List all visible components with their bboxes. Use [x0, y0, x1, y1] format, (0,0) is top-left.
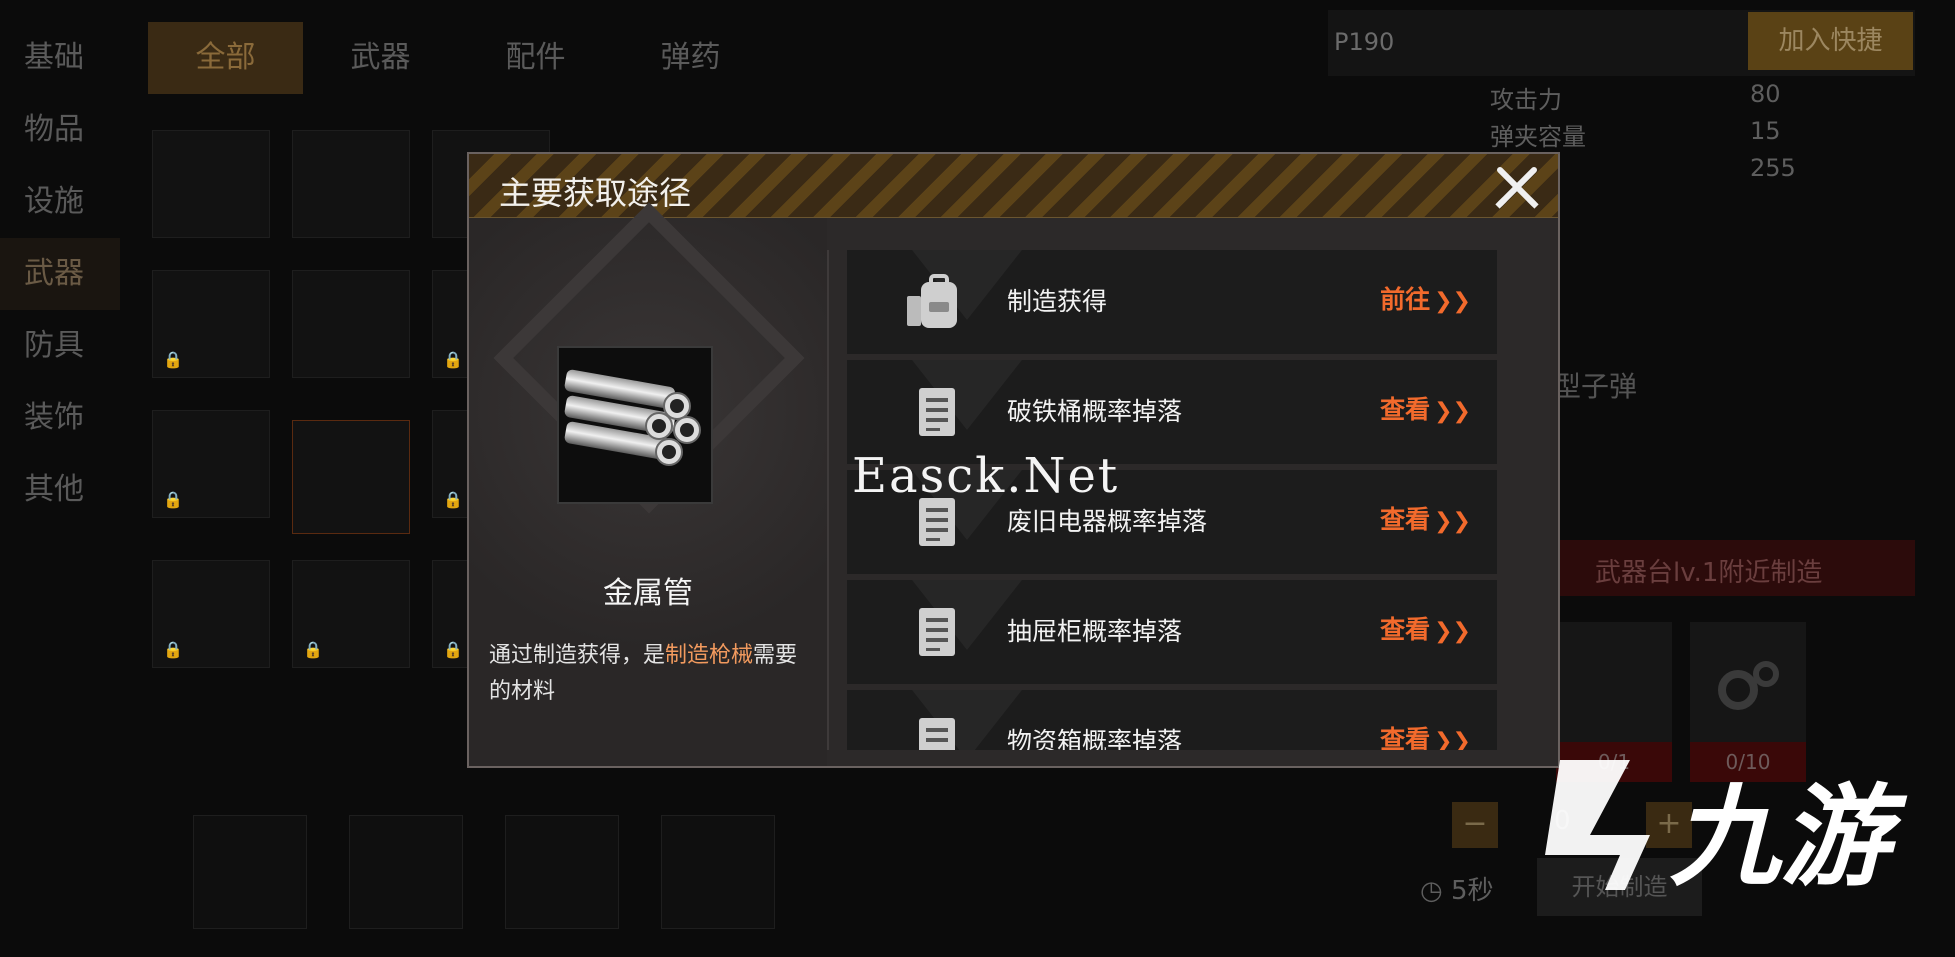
- double-chevron-right-icon: ❯❯: [1434, 619, 1471, 644]
- double-chevron-right-icon: ❯❯: [1434, 729, 1471, 750]
- action-label: 前往: [1380, 285, 1431, 314]
- action-label: 查看: [1380, 725, 1431, 750]
- panel-divider: [827, 250, 829, 750]
- tab-weapons[interactable]: 武器: [303, 22, 458, 94]
- grid-cell[interactable]: 🔒: [152, 410, 270, 518]
- document-icon: [919, 608, 955, 656]
- source-row-supply-box[interactable]: 物资箱概率掉落 查看 ❯❯: [847, 690, 1497, 750]
- tab-attachments[interactable]: 配件: [458, 22, 613, 94]
- quick-slot[interactable]: [349, 815, 463, 929]
- source-label: 制造获得: [1007, 287, 1108, 316]
- view-button[interactable]: 查看 ❯❯: [1380, 610, 1471, 646]
- quick-slot[interactable]: [193, 815, 307, 929]
- quick-slot[interactable]: [661, 815, 775, 929]
- stat-value: 15: [1750, 117, 1781, 145]
- desc-prefix: 通过制造获得，是: [489, 643, 666, 668]
- grid-cell[interactable]: 🔒: [292, 560, 410, 668]
- watermark-text: Easck.Net: [852, 448, 1120, 504]
- view-button[interactable]: 查看 ❯❯: [1380, 500, 1471, 536]
- stat-row: 弹夹容量 15: [1490, 117, 1820, 154]
- view-button[interactable]: 查看 ❯❯: [1380, 390, 1471, 426]
- action-label: 查看: [1380, 615, 1431, 644]
- item-name: 金属管: [603, 576, 693, 611]
- desc-highlight: 制造枪械: [665, 643, 754, 668]
- jiuyou-logo: 九游: [1545, 760, 1908, 901]
- action-label: 查看: [1380, 395, 1431, 424]
- source-row-crafting[interactable]: 制造获得 前往 ❯❯: [847, 250, 1497, 354]
- grid-cell[interactable]: 🔒: [152, 560, 270, 668]
- backpack-icon: [907, 274, 957, 328]
- category-sidebar: 基础 物品 设施 武器 防具 装饰 其他: [0, 22, 120, 526]
- close-icon[interactable]: [1492, 162, 1542, 212]
- watermark-logo-text: 九游: [1670, 773, 1908, 901]
- tab-ammo[interactable]: 弹药: [613, 22, 768, 94]
- item-info-panel: 金属管 通过制造获得，是制造枪械需要的材料: [469, 202, 827, 766]
- source-label: 废旧电器概率掉落: [1007, 507, 1208, 536]
- modal-header: 主要获取途径: [469, 154, 1558, 218]
- double-chevron-right-icon: ❯❯: [1434, 289, 1471, 314]
- sidebar-item-armor[interactable]: 防具: [0, 310, 120, 382]
- source-label: 抽屉柜概率掉落: [1007, 617, 1183, 646]
- subcategory-tabs: 全部 武器 配件 弹药: [148, 22, 768, 94]
- lock-icon: 🔒: [443, 490, 463, 509]
- double-chevron-right-icon: ❯❯: [1434, 399, 1471, 424]
- quick-slot[interactable]: [505, 815, 619, 929]
- sidebar-item-items[interactable]: 物品: [0, 94, 120, 166]
- lock-icon: 🔒: [443, 350, 463, 369]
- quantity-minus-button[interactable]: −: [1452, 802, 1498, 848]
- metal-pipe-icon: [564, 369, 701, 466]
- stat-value: 80: [1750, 80, 1781, 108]
- stat-label: 弹夹容量: [1490, 123, 1586, 151]
- lock-icon: 🔒: [163, 490, 183, 509]
- grid-cell-selected[interactable]: [292, 420, 410, 534]
- lock-icon: 🔒: [303, 640, 323, 659]
- sidebar-item-weapons[interactable]: 武器: [0, 238, 120, 310]
- grid-cell[interactable]: [152, 130, 270, 238]
- craft-time-text: 5秒: [1450, 876, 1494, 906]
- tab-all[interactable]: 全部: [148, 22, 303, 94]
- sidebar-item-decor[interactable]: 装饰: [0, 382, 120, 454]
- ammo-type-text: 型子弹: [1553, 370, 1638, 403]
- sidebar-item-other[interactable]: 其他: [0, 454, 120, 526]
- grid-cell[interactable]: 🔒: [152, 270, 270, 378]
- item-description: 通过制造获得，是制造枪械需要的材料: [489, 638, 809, 710]
- clock-icon: ◷: [1420, 876, 1443, 906]
- craft-timer: ◷ 5秒: [1420, 870, 1494, 907]
- document-icon: [919, 718, 955, 750]
- action-label: 查看: [1380, 505, 1431, 534]
- stat-label: 攻击力: [1490, 86, 1562, 114]
- document-icon: [919, 388, 955, 436]
- source-label: 物资箱概率掉落: [1007, 727, 1183, 750]
- source-label: 破铁桶概率掉落: [1007, 397, 1183, 426]
- modal-title: 主要获取途径: [499, 174, 692, 212]
- view-button[interactable]: 查看 ❯❯: [1380, 720, 1471, 750]
- quick-slots: [193, 815, 775, 929]
- add-quick-button[interactable]: 加入快捷: [1748, 12, 1913, 70]
- source-row-drawer[interactable]: 抽屉柜概率掉落 查看 ❯❯: [847, 580, 1497, 684]
- double-chevron-right-icon: ❯❯: [1434, 509, 1471, 534]
- sidebar-item-basic[interactable]: 基础: [0, 22, 120, 94]
- stat-row: 攻击力 80: [1490, 80, 1820, 117]
- lock-icon: 🔒: [163, 640, 183, 659]
- sidebar-item-facilities[interactable]: 设施: [0, 166, 120, 238]
- metal-pipe-icon: [557, 346, 713, 504]
- lock-icon: 🔒: [163, 350, 183, 369]
- grid-cell[interactable]: [292, 130, 410, 238]
- lock-icon: 🔒: [443, 640, 463, 659]
- gear-icon: [1718, 661, 1779, 710]
- stat-value: 255: [1750, 154, 1796, 182]
- grid-cell[interactable]: [292, 270, 410, 378]
- goto-button[interactable]: 前往 ❯❯: [1380, 280, 1471, 316]
